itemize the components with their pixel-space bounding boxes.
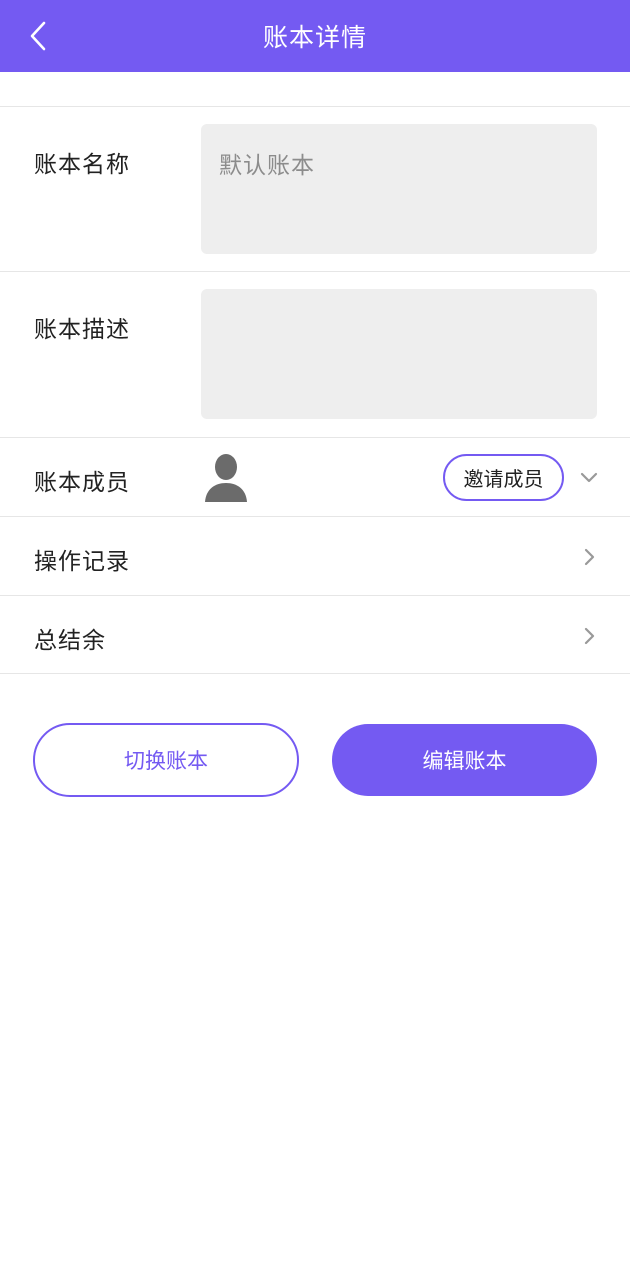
app-header: 账本详情	[0, 0, 630, 72]
chevron-right-icon	[584, 627, 595, 645]
ledger-name-label: 账本名称	[34, 152, 130, 178]
invite-member-button[interactable]: 邀请成员	[443, 454, 564, 501]
total-balance-row[interactable]: 总结余	[0, 595, 630, 674]
ledger-members-label: 账本成员	[34, 470, 130, 496]
ledger-description-label: 账本描述	[34, 317, 130, 343]
edit-ledger-label: 编辑账本	[422, 749, 507, 773]
ledger-name-row: 账本名称 默认账本	[0, 106, 630, 272]
ledger-name-placeholder: 默认账本	[219, 153, 315, 179]
ledger-name-input[interactable]: 默认账本	[201, 124, 597, 254]
ledger-description-row: 账本描述	[0, 271, 630, 437]
page-title: 账本详情	[262, 23, 367, 52]
switch-ledger-button[interactable]: 切换账本	[33, 723, 299, 797]
operation-log-label: 操作记录	[34, 549, 130, 575]
edit-ledger-button[interactable]: 编辑账本	[332, 724, 597, 796]
ledger-description-input[interactable]	[201, 289, 597, 419]
chevron-left-icon	[30, 21, 46, 51]
back-button[interactable]	[18, 16, 58, 56]
invite-member-label: 邀请成员	[463, 467, 544, 491]
user-avatar-icon[interactable]	[203, 452, 249, 502]
chevron-down-icon[interactable]	[579, 468, 599, 488]
total-balance-label: 总结余	[34, 628, 106, 654]
chevron-right-icon	[584, 548, 595, 566]
switch-ledger-label: 切换账本	[124, 749, 208, 773]
operation-log-row[interactable]: 操作记录	[0, 516, 630, 595]
ledger-members-row: 账本成员 邀请成员	[0, 437, 630, 516]
